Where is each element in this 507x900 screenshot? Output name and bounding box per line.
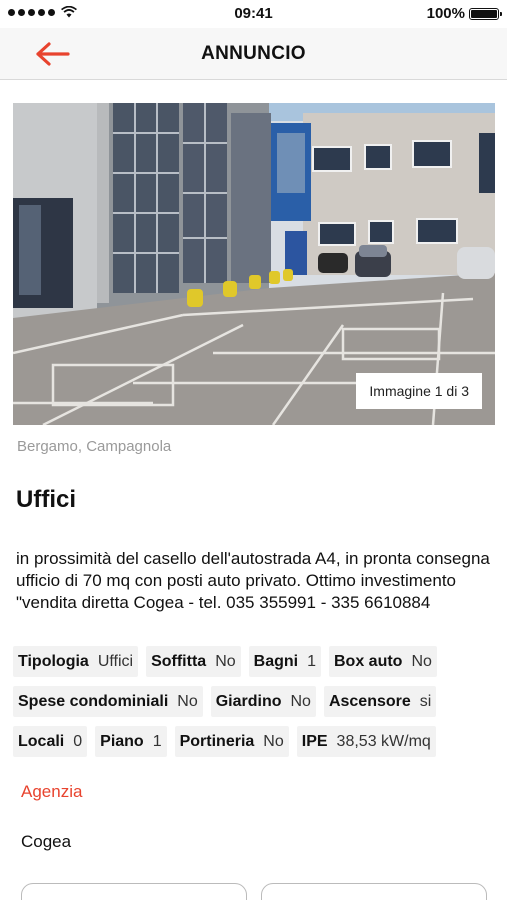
- feature-value: Uffici: [97, 652, 134, 670]
- feature-label: Locali: [18, 732, 65, 750]
- action-button-right[interactable]: [261, 883, 487, 900]
- navigation-bar: ANNUNCIO: [0, 28, 507, 80]
- feature-value: No: [263, 732, 284, 750]
- feature-value: No: [290, 692, 311, 710]
- feature-box-auto: Box auto No: [329, 646, 437, 677]
- battery-icon: [469, 7, 502, 20]
- feature-label: Giardino: [215, 692, 282, 710]
- listing-title: Uffici: [16, 486, 76, 513]
- feature-label: Spese condominiali: [18, 692, 169, 710]
- feature-value: 1: [307, 652, 316, 670]
- feature-value: 38,53 kW/mq: [336, 732, 431, 750]
- feature-label: Soffitta: [151, 652, 207, 670]
- listing-photo[interactable]: Immagine 1 di 3: [13, 103, 495, 425]
- feature-label: Ascensore: [328, 692, 411, 710]
- feature-value: 0: [73, 732, 83, 750]
- feature-value: si: [419, 692, 432, 710]
- battery-group: 100%: [426, 5, 502, 22]
- features-row: Spese condominiali No Giardino No Ascensor…: [13, 686, 498, 717]
- features-row: Tipologia Uffici Soffitta No Bagni 1 Box au…: [13, 646, 498, 677]
- feature-label: Bagni: [253, 652, 299, 670]
- agency-heading: Agenzia: [21, 782, 83, 801]
- feature-value: No: [215, 652, 236, 670]
- feature-soffitta: Soffitta No: [146, 646, 241, 677]
- image-counter-badge: Immagine 1 di 3: [356, 373, 482, 409]
- feature-bagni: Bagni 1: [248, 646, 321, 677]
- feature-ascensore: Ascensore si: [323, 686, 437, 717]
- feature-value: No: [177, 692, 198, 710]
- status-bar: 09:41 100%: [0, 0, 507, 28]
- feature-portineria: Portineria No: [174, 726, 289, 757]
- page-title: ANNUNCIO: [201, 43, 306, 64]
- feature-piano: Piano 1: [95, 726, 167, 757]
- feature-label: Tipologia: [18, 652, 89, 670]
- feature-tipologia: Tipologia Uffici: [13, 646, 139, 677]
- battery-percent: 100%: [426, 5, 465, 22]
- listing-description: in prossimità del casello dell'autostrad…: [16, 549, 490, 612]
- feature-giardino: Giardino No: [210, 686, 316, 717]
- feature-value: No: [411, 652, 432, 670]
- features-row: Locali 0 Piano 1 Portineria No IPE 38,53 kW/…: [13, 726, 498, 757]
- features-list: Tipologia Uffici Soffitta No Bagni 1 Box au…: [13, 646, 498, 766]
- agency-name: Cogea: [21, 832, 72, 851]
- feature-label: IPE: [301, 732, 328, 750]
- listing-location: Bergamo, Campagnola: [17, 438, 172, 455]
- feature-ipe: IPE 38,53 kW/mq: [296, 726, 436, 757]
- feature-value: 1: [152, 732, 162, 750]
- feature-spese-condominiali: Spese condominiali No: [13, 686, 203, 717]
- action-button-left[interactable]: [21, 883, 247, 900]
- feature-label: Piano: [100, 732, 144, 750]
- feature-locali: Locali 0: [13, 726, 88, 757]
- feature-label: Portineria: [179, 732, 255, 750]
- feature-label: Box auto: [334, 652, 403, 670]
